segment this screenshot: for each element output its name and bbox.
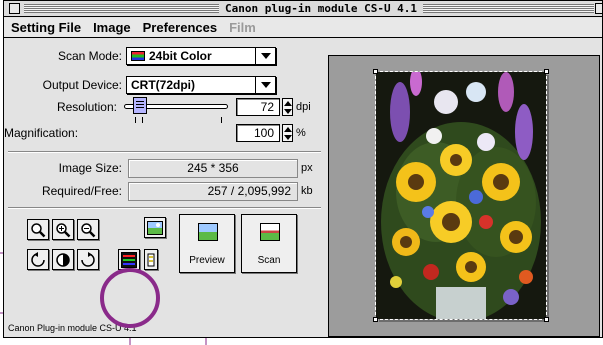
plugin-window: Canon plug-in module CS-U 4.1 Setting Fi… xyxy=(3,0,603,338)
magnification-label: Magnification: xyxy=(4,126,79,140)
resolution-stepper[interactable] xyxy=(282,98,293,116)
preview-icon xyxy=(198,223,218,241)
output-device-label: Output Device: xyxy=(42,78,122,92)
rotate-right-icon xyxy=(81,252,95,267)
close-box-icon[interactable] xyxy=(9,3,20,14)
slider-tick xyxy=(221,117,222,123)
thumbnail-button[interactable] xyxy=(144,217,166,238)
required-free-value: 257 / 2,095,992 xyxy=(128,182,298,201)
scan-label: Scan xyxy=(257,255,281,266)
eject-button[interactable] xyxy=(144,249,158,270)
zoom-in-button[interactable] xyxy=(52,219,74,240)
resolution-input[interactable]: 72 xyxy=(236,98,280,116)
output-device-select[interactable]: CRT(72dpi) xyxy=(126,76,276,94)
divider xyxy=(8,151,321,153)
rotate-left-button[interactable] xyxy=(27,249,49,270)
crop-handle[interactable] xyxy=(373,69,378,74)
menu-image[interactable]: Image xyxy=(87,18,137,37)
scan-mode-label: Scan Mode: xyxy=(57,49,122,63)
magnification-input[interactable]: 100 xyxy=(236,124,280,142)
required-free-label: Required/Free: xyxy=(41,184,122,198)
scan-mode-select[interactable]: 24bit Color xyxy=(126,47,276,65)
magnification-stepper[interactable] xyxy=(282,124,293,142)
menu-preferences[interactable]: Preferences xyxy=(137,18,223,37)
crop-marquee[interactable] xyxy=(375,71,547,320)
settings-panel: Scan Mode: 24bit Color Output Device: CR… xyxy=(4,39,325,337)
half-circle-icon xyxy=(56,253,70,267)
magnification-unit: % xyxy=(296,127,306,139)
magnifier-plus-icon xyxy=(56,223,71,238)
scan-icon xyxy=(260,223,280,241)
eject-icon xyxy=(147,253,155,267)
menu-bar: Setting File Image Preferences Film xyxy=(4,18,602,38)
magnifier-minus-icon xyxy=(81,223,96,238)
preview-label: Preview xyxy=(189,255,225,266)
image-size-label: Image Size: xyxy=(58,161,122,175)
preview-button[interactable]: Preview xyxy=(179,214,235,273)
title-bar[interactable]: Canon plug-in module CS-U 4.1 xyxy=(4,1,602,17)
zoom-box-icon[interactable] xyxy=(595,3,602,14)
rotate-left-icon xyxy=(31,252,45,267)
slider-thumb[interactable] xyxy=(133,97,147,114)
zoom-out-button[interactable] xyxy=(77,219,99,240)
menu-film: Film xyxy=(229,20,256,35)
slider-tick xyxy=(135,117,136,123)
output-device-value: CRT(72dpi) xyxy=(131,78,195,92)
image-size-value: 245 * 356 xyxy=(128,159,298,178)
crop-handle[interactable] xyxy=(544,317,549,322)
magnifier-icon xyxy=(31,223,46,238)
highlight-circle xyxy=(100,268,160,328)
menu-setting-file[interactable]: Setting File xyxy=(4,18,87,37)
color-adjust-button[interactable] xyxy=(118,249,140,270)
invert-button[interactable] xyxy=(52,249,74,270)
scan-mode-value: 24bit Color xyxy=(149,49,212,63)
window-title: Canon plug-in module CS-U 4.1 xyxy=(219,1,424,16)
resolution-label: Resolution: xyxy=(56,100,117,114)
crop-handle[interactable] xyxy=(544,69,549,74)
slider-tick xyxy=(142,117,143,123)
picture-icon xyxy=(147,221,163,235)
resolution-unit: dpi xyxy=(296,101,311,113)
color-settings-icon xyxy=(121,252,137,268)
image-size-unit: px xyxy=(301,162,313,174)
preview-area[interactable] xyxy=(328,55,600,337)
divider xyxy=(8,207,321,209)
crop-handle[interactable] xyxy=(373,317,378,322)
chevron-down-icon xyxy=(255,77,275,93)
required-free-unit: kb xyxy=(301,185,313,197)
zoom-fit-button[interactable] xyxy=(27,219,49,240)
color-mode-icon xyxy=(131,51,145,61)
scan-button[interactable]: Scan xyxy=(241,214,297,273)
rotate-right-button[interactable] xyxy=(77,249,99,270)
chevron-down-icon xyxy=(255,48,275,64)
